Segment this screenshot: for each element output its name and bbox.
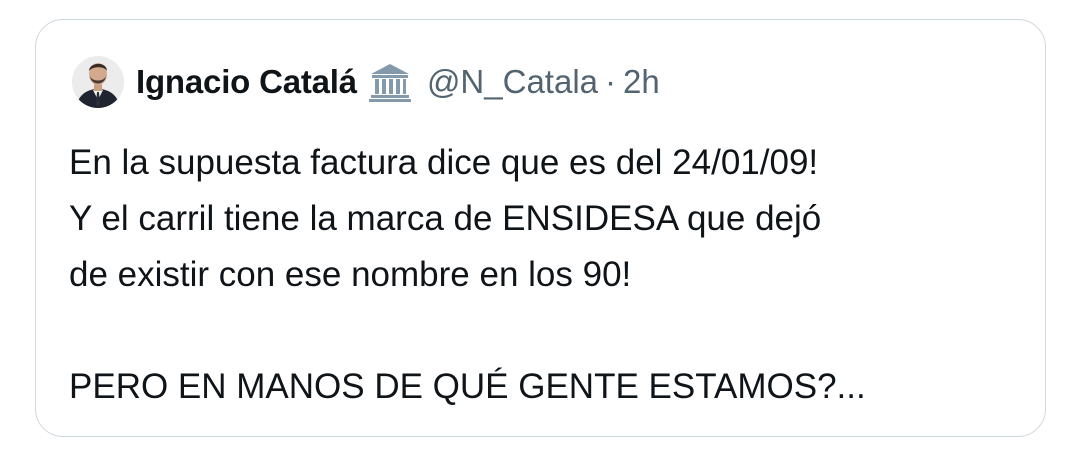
quoted-tweet-card[interactable]: Ignacio Catalá @N_Catala · 2h En la supu… [35, 19, 1046, 437]
header-separator: · [605, 63, 617, 100]
tweet-header: Ignacio Catalá @N_Catala · 2h [72, 53, 660, 111]
government-building-icon [367, 62, 413, 102]
tweet-text-line: Y el carril tiene la marca de ENSIDESA q… [69, 199, 822, 238]
tweet-text-line: de existir con ese nombre en los 90! [69, 255, 632, 294]
tweet-text-line: En la supuesta factura dice que es del 2… [69, 143, 819, 182]
author-avatar[interactable] [72, 56, 124, 108]
tweet-text-line: PERO EN MANOS DE QUÉ GENTE ESTAMOS?... [69, 367, 866, 406]
author-name[interactable]: Ignacio Catalá [136, 63, 357, 101]
tweet-timestamp[interactable]: 2h [623, 63, 660, 101]
tweet-text: En la supuesta factura dice que es del 2… [69, 135, 1029, 415]
avatar-photo-icon [72, 56, 124, 108]
author-handle[interactable]: @N_Catala [427, 63, 598, 101]
